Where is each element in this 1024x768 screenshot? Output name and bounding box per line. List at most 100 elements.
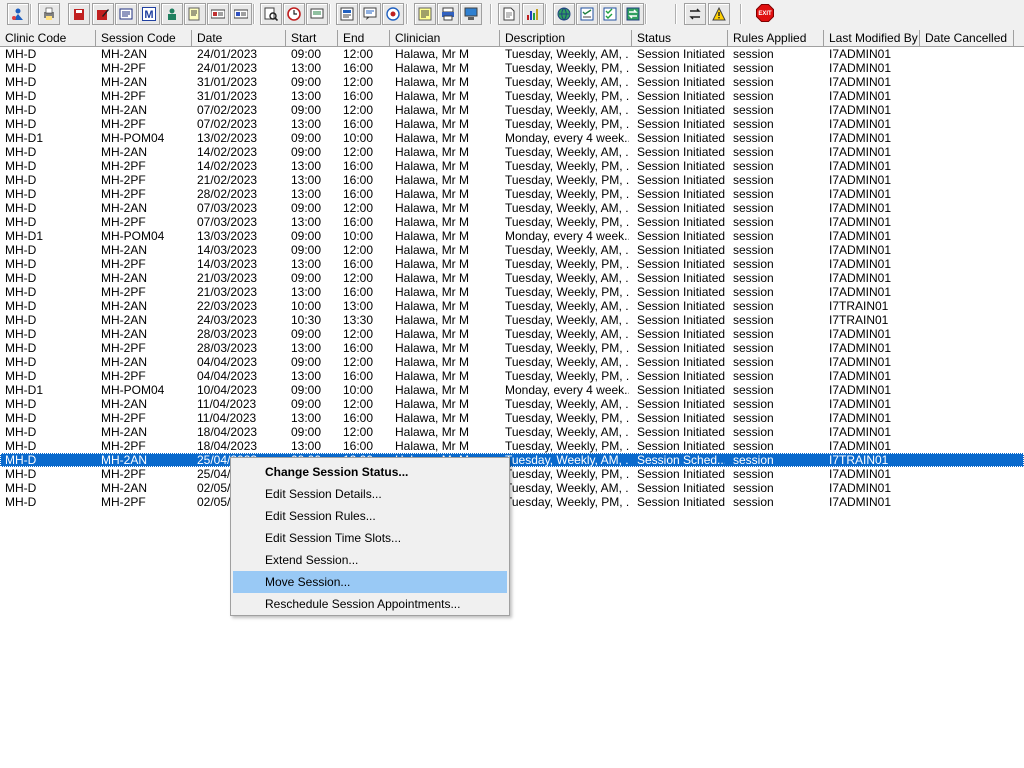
print-button[interactable] — [38, 3, 60, 25]
menu-item-change-session-status[interactable]: Change Session Status... — [233, 461, 507, 483]
menu-item-edit-session-time-slots[interactable]: Edit Session Time Slots... — [233, 527, 507, 549]
cell-date: 14/02/2023 — [197, 159, 258, 173]
clinician-button[interactable] — [161, 3, 183, 25]
cell-date: 28/02/2023 — [197, 187, 258, 201]
column-header-date-cancelled[interactable]: Date Cancelled — [920, 30, 1014, 46]
cell-modified: I7ADMIN01 — [829, 327, 892, 341]
sessions-button[interactable] — [207, 3, 229, 25]
table-row[interactable]: MH-D MH-2AN 14/02/2023 09:00 12:00 Halawa, Mr… — [0, 145, 1024, 159]
table-row[interactable]: MH-D MH-2PF 28/03/2023 13:00 16:00 Halawa, Mr… — [0, 341, 1024, 355]
cell-modified: I7TRAIN01 — [829, 313, 889, 327]
cell-modified: I7ADMIN01 — [829, 285, 892, 299]
table-row[interactable]: MH-D MH-2PF 28/02/2023 13:00 16:00 Halawa, Mr… — [0, 187, 1024, 201]
table-row[interactable]: MH-D MH-2AN 07/02/2023 09:00 12:00 Halawa, Mr… — [0, 103, 1024, 117]
table-row[interactable]: MH-D MH-2PF 11/04/2023 13:00 16:00 Halawa, Mr… — [0, 411, 1024, 425]
table-row[interactable]: MH-D MH-2AN 24/03/2023 10:30 13:30 Halawa, Mr… — [0, 313, 1024, 327]
workstation-button[interactable] — [460, 3, 482, 25]
cell-clinician: Halawa, Mr M — [395, 327, 470, 341]
table-row[interactable]: MH-D1 MH-POM04 10/04/2023 09:00 10:00 Halawa,… — [0, 383, 1024, 397]
notepad-button[interactable] — [414, 3, 436, 25]
column-header-date[interactable]: Date — [192, 30, 286, 46]
clock-button[interactable] — [283, 3, 305, 25]
table-row[interactable]: MH-D MH-2PF 04/04/2023 13:00 16:00 Halawa, Mr… — [0, 369, 1024, 383]
book-button[interactable] — [68, 3, 90, 25]
table-row[interactable]: MH-D1 MH-POM04 13/02/2023 09:00 10:00 Halawa,… — [0, 131, 1024, 145]
table-row[interactable]: MH-D MH-2AN 11/04/2023 09:00 12:00 Halawa, Mr… — [0, 397, 1024, 411]
referral-button[interactable] — [230, 3, 252, 25]
printer-button[interactable] — [437, 3, 459, 25]
browser-button[interactable] — [382, 3, 404, 25]
column-header-session-code[interactable]: Session Code — [96, 30, 192, 46]
monitor-button[interactable] — [306, 3, 328, 25]
table-row[interactable]: MH-D MH-2AN 04/04/2023 09:00 12:00 Halawa, Mr… — [0, 355, 1024, 369]
cell-desc: Tuesday, Weekly, PM, ... — [505, 439, 629, 453]
table-row[interactable]: MH-D MH-2PF 21/03/2023 13:00 16:00 Halawa, Mr… — [0, 285, 1024, 299]
table-row[interactable]: MH-DMH-2PF25/04/202313:0016:00Halawa, Mr… — [0, 467, 1024, 481]
menu-item-edit-session-details[interactable]: Edit Session Details... — [233, 483, 507, 505]
message-button[interactable] — [359, 3, 381, 25]
table-row-selected[interactable]: MH-DMH-2AN25/04/202309:0012:00Halawa, Mr… — [0, 453, 1024, 467]
notes-button[interactable] — [184, 3, 206, 25]
menu-item-extend-session[interactable]: Extend Session... — [233, 549, 507, 571]
table-row[interactable]: MH-D1 MH-POM04 13/03/2023 09:00 10:00 Halawa,… — [0, 229, 1024, 243]
column-header-last-modified-by[interactable]: Last Modified By — [824, 30, 920, 46]
column-header-status[interactable]: Status — [632, 30, 728, 46]
table-row[interactable]: MH-DMH-2AN02/05/202309:0012:00Halawa, Mr… — [0, 481, 1024, 495]
table-row[interactable]: MH-D MH-2PF 07/03/2023 13:00 16:00 Halawa, Mr… — [0, 215, 1024, 229]
cell-start: 09:00 — [291, 383, 322, 397]
table-row[interactable]: MH-D MH-2PF 24/01/2023 13:00 16:00 Halawa, Mr… — [0, 61, 1024, 75]
menu-item-reschedule-session-appointments[interactable]: Reschedule Session Appointments... — [233, 593, 507, 615]
cell-clinician: Halawa, Mr M — [395, 229, 470, 243]
cell-cancelled — [925, 215, 1011, 229]
patient-button[interactable] — [7, 3, 29, 25]
menu-item-edit-session-rules[interactable]: Edit Session Rules... — [233, 505, 507, 527]
column-header-end[interactable]: End — [338, 30, 390, 46]
edit-book-button[interactable] — [92, 3, 114, 25]
cell-start: 13:00 — [291, 439, 322, 453]
table-row[interactable]: MH-D MH-2PF 31/01/2023 13:00 16:00 Halawa, Mr… — [0, 89, 1024, 103]
table-row[interactable]: MH-D MH-2PF 14/03/2023 13:00 16:00 Halawa, Mr… — [0, 257, 1024, 271]
cell-status: Session Initiated — [637, 383, 725, 397]
cell-rules: session — [733, 201, 774, 215]
table-row[interactable]: MH-D MH-2AN 14/03/2023 09:00 12:00 Halawa, Mr… — [0, 243, 1024, 257]
search-button[interactable] — [260, 3, 282, 25]
cell-session: MH-2AN — [101, 103, 148, 117]
table-row[interactable]: MH-D MH-2AN 24/01/2023 09:00 12:00 Halawa, Mr… — [0, 47, 1024, 61]
cell-status: Session Initiated — [637, 257, 725, 271]
column-header-clinic-code[interactable]: Clinic Code — [0, 30, 96, 46]
table-row[interactable]: MH-D MH-2PF 21/02/2023 13:00 16:00 Halawa, Mr… — [0, 173, 1024, 187]
exit-button[interactable]: EXIT — [754, 3, 776, 25]
column-header-start[interactable]: Start — [286, 30, 338, 46]
calendar-button[interactable] — [336, 3, 358, 25]
cell-date: 13/02/2023 — [197, 131, 258, 145]
column-header-rules-applied[interactable]: Rules Applied — [728, 30, 824, 46]
table-row[interactable]: MH-D MH-2AN 28/03/2023 09:00 12:00 Halawa, Mr… — [0, 327, 1024, 341]
menu-item-move-session[interactable]: Move Session... — [233, 571, 507, 593]
warning-button[interactable] — [708, 3, 730, 25]
cell-end: 12:00 — [343, 103, 374, 117]
table-row[interactable]: MH-D MH-2AN 22/03/2023 10:00 13:00 Halawa, Mr… — [0, 299, 1024, 313]
table-row[interactable]: MH-D MH-2AN 21/03/2023 09:00 12:00 Halawa, Mr… — [0, 271, 1024, 285]
cell-end: 12:00 — [343, 75, 374, 89]
table-row[interactable]: MH-D MH-2PF 14/02/2023 13:00 16:00 Halawa, Mr… — [0, 159, 1024, 173]
swap-button[interactable] — [684, 3, 706, 25]
globe-button[interactable] — [553, 3, 575, 25]
chart-button[interactable] — [522, 3, 544, 25]
table-row[interactable]: MH-D MH-2AN 07/03/2023 09:00 12:00 Halawa, Mr… — [0, 201, 1024, 215]
table-row[interactable]: MH-D MH-2PF 18/04/2023 13:00 16:00 Halawa, Mr… — [0, 439, 1024, 453]
task-list-button[interactable] — [576, 3, 598, 25]
report-button[interactable] — [115, 3, 137, 25]
table-row[interactable]: MH-D MH-2AN 18/04/2023 09:00 12:00 Halawa, Mr… — [0, 425, 1024, 439]
cell-date: 21/02/2023 — [197, 173, 258, 187]
transfer-button[interactable] — [622, 3, 644, 25]
document-button[interactable] — [498, 3, 520, 25]
cell-rules: session — [733, 187, 774, 201]
cell-end: 16:00 — [343, 173, 374, 187]
checklist-button[interactable] — [599, 3, 621, 25]
table-row[interactable]: MH-D MH-2PF 07/02/2023 13:00 16:00 Halawa, Mr… — [0, 117, 1024, 131]
letter-m-button[interactable]: M — [138, 3, 160, 25]
table-row[interactable]: MH-D MH-2AN 31/01/2023 09:00 12:00 Halawa, Mr… — [0, 75, 1024, 89]
table-row[interactable]: MH-DMH-2PF02/05/202313:0016:00Halawa, Mr… — [0, 495, 1024, 509]
column-header-clinician[interactable]: Clinician — [390, 30, 500, 46]
column-header-description[interactable]: Description — [500, 30, 632, 46]
